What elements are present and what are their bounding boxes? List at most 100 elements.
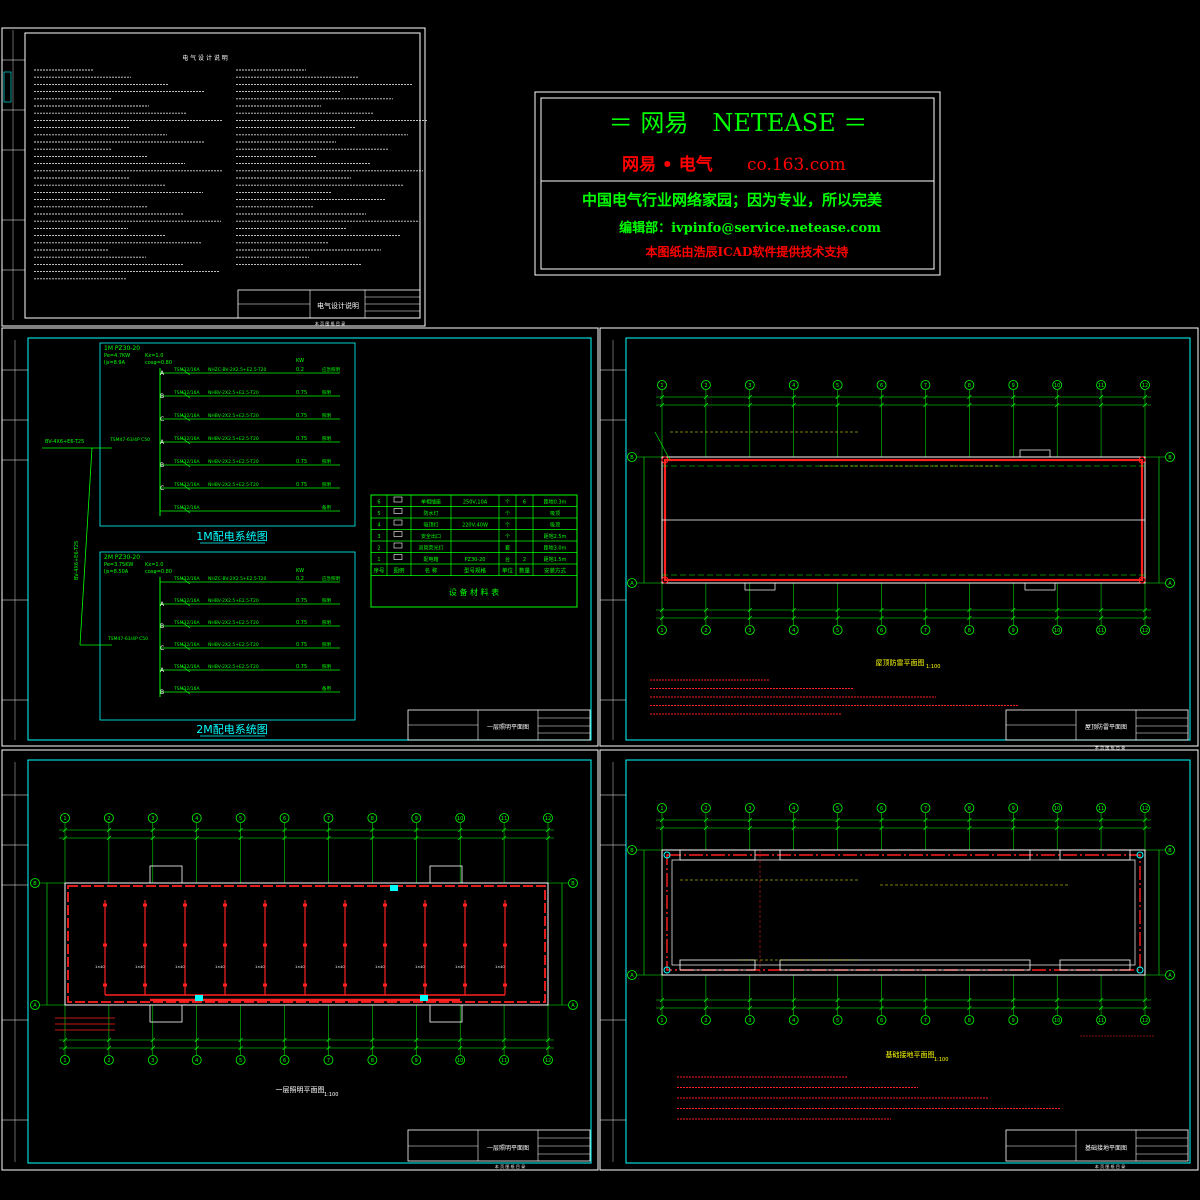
axis-bottom-label: 5 bbox=[836, 1018, 839, 1024]
axis-top-label: 5 bbox=[239, 816, 242, 822]
grounding-notes bbox=[677, 1076, 1060, 1120]
luminaire bbox=[463, 983, 467, 987]
luminaire bbox=[103, 943, 107, 947]
banner-line1: ＝ 网易 NETEASE ＝ bbox=[609, 109, 868, 137]
legend-cell: 4 bbox=[377, 523, 380, 529]
axis-bottom-label: 12 bbox=[545, 1058, 551, 1064]
lighting-block-title: 一层照明平面图 bbox=[487, 1145, 529, 1152]
circuit-cable: NHBV-2X2.5+E2.5-T20 bbox=[208, 413, 259, 419]
caption-2m: 2M配电系统图 bbox=[196, 723, 268, 736]
circuit-cable: NHBV-2X2.5+E2.5-T20 bbox=[208, 664, 259, 670]
luminaire bbox=[383, 903, 387, 907]
circuit-phase: B bbox=[160, 462, 164, 469]
circuit-breaker: TSM32/16A bbox=[173, 459, 200, 465]
circuit-kw: 0.75 bbox=[296, 436, 307, 442]
legend-symbol bbox=[393, 519, 403, 526]
sheet-lighting-plan: 1 2 3 4 5 6 7 8 9 10 11 121 2 3 4 5 6 7 8 9 10 11 12B BA A1×40 1×… bbox=[1, 749, 599, 1171]
luminaire bbox=[183, 983, 187, 987]
axis-bottom-label: 9 bbox=[415, 1058, 418, 1064]
axis-top-label: 3 bbox=[748, 806, 751, 812]
axis-top-label: 8 bbox=[968, 383, 971, 389]
circuit-breaker: TSM32/16A bbox=[173, 482, 200, 488]
luminaire bbox=[103, 983, 107, 987]
axis-bottom-label: 10 bbox=[457, 1058, 463, 1064]
axis-top-label: 9 bbox=[415, 816, 418, 822]
axis-bottom-label: 6 bbox=[880, 1018, 883, 1024]
legend-cell: 距地3.0m bbox=[544, 545, 567, 552]
luminaire bbox=[263, 903, 267, 907]
lighting-footer: 本 页 图 纸 目 录 bbox=[495, 1163, 525, 1169]
luminaire bbox=[423, 943, 427, 947]
axis-bottom-label: 7 bbox=[327, 1058, 330, 1064]
axis-bottom-label: 8 bbox=[968, 1018, 971, 1024]
circuit-breaker: TSM32/16A bbox=[173, 686, 200, 692]
luminaire bbox=[503, 943, 507, 947]
axis-top-label: 11 bbox=[501, 816, 507, 822]
axis-bottom-label: 6 bbox=[880, 628, 883, 634]
axis-bottom-label: 10 bbox=[1054, 628, 1060, 634]
legend-title: 设 备 材 料 表 bbox=[449, 587, 499, 597]
banner-line2-url: co.163.com bbox=[747, 155, 846, 175]
foundation-inner bbox=[671, 859, 1136, 966]
incoming-cable-label: BV-4X6+E6-T25 bbox=[45, 439, 84, 445]
notes-title: 电 气 设 计 说 明 bbox=[182, 54, 228, 62]
notes-block-title: 电气设计说明 bbox=[317, 301, 359, 310]
legend-cell: 套 bbox=[505, 545, 510, 552]
legend-cell: 吸顶灯 bbox=[423, 522, 438, 529]
luminaire-label: 1×40 bbox=[215, 965, 225, 969]
circuit-phase: A bbox=[160, 370, 165, 377]
axis-row-label: B bbox=[1168, 455, 1172, 461]
circuit-kw: 0.75 bbox=[296, 390, 307, 396]
axis-bottom-label: 10 bbox=[1054, 1018, 1060, 1024]
axis-bottom-label: 6 bbox=[283, 1058, 286, 1064]
roof-block-title: 屋顶防雷平面图 bbox=[1085, 723, 1127, 731]
banner-line2-brand: 网易 • 电气 bbox=[622, 154, 713, 175]
axis-row-label: A bbox=[1168, 581, 1172, 587]
axis-top-label: 12 bbox=[1142, 806, 1148, 812]
axis-top-label: 1 bbox=[63, 816, 66, 822]
roof-opening bbox=[744, 582, 776, 591]
roof-footer: 本 页 图 纸 目 录 bbox=[1095, 744, 1125, 750]
legend-head-cell: 数量 bbox=[519, 567, 531, 575]
axis-top-label: 4 bbox=[195, 816, 198, 822]
luminaire bbox=[383, 943, 387, 947]
axis-top-label: 5 bbox=[836, 806, 839, 812]
luminaire bbox=[303, 903, 307, 907]
legend-cell: 250V,10A bbox=[463, 500, 488, 506]
grounding-ring bbox=[666, 854, 1141, 971]
panel1-name: 1M PZ30-20 bbox=[104, 345, 140, 352]
panel1-pe: Pe=4.7KW bbox=[104, 353, 130, 359]
luminaire bbox=[463, 903, 467, 907]
circuit-kw: 0.75 bbox=[296, 642, 307, 648]
sheet-roof-lightning: 1 2 3 4 5 6 7 8 9 10 11 121 2 3 4 5 6 7 8 9 10 11 12B BA A 屋顶防雷平… bbox=[599, 327, 1199, 750]
panel1-cos: cosφ=0.80 bbox=[145, 360, 172, 366]
circuit-cable: NHBV-2X2.5+E2.5-T20 bbox=[208, 390, 259, 396]
axis-bottom-label: 5 bbox=[836, 628, 839, 634]
legend-head-cell: 名 称 bbox=[425, 567, 438, 575]
luminaire-label: 1×40 bbox=[95, 965, 105, 969]
axis-top-label: 8 bbox=[371, 816, 374, 822]
circuit-cable: NHBV-2X2.5+E2.5-T20 bbox=[208, 620, 259, 626]
axis-bottom-label: 1 bbox=[63, 1058, 66, 1064]
circuit-kw: 0.2 bbox=[296, 576, 304, 582]
luminaire bbox=[263, 943, 267, 947]
roof-leader bbox=[654, 431, 671, 461]
circuit-use: 应急照明 bbox=[322, 366, 340, 373]
axis-top-label: 3 bbox=[748, 383, 751, 389]
axis-row-label: A bbox=[630, 973, 634, 979]
axis-bottom-label: 8 bbox=[371, 1058, 374, 1064]
luminaire-label: 1×40 bbox=[375, 965, 385, 969]
axis-top-label: 7 bbox=[327, 816, 330, 822]
legend-cell: 防水灯 bbox=[423, 510, 438, 517]
circuit-cable: NHZC-BV-2X2.5+E2.5-T20 bbox=[208, 576, 267, 582]
luminaire bbox=[143, 943, 147, 947]
grounding-block-title: 基础接地平面图 bbox=[1085, 1144, 1127, 1152]
main-breaker2-label: TSM47-63/4P C50 bbox=[107, 636, 148, 642]
luminaire-label: 1×40 bbox=[455, 965, 465, 969]
luminaire-label: 1×40 bbox=[255, 965, 265, 969]
axis-top-label: 6 bbox=[880, 383, 883, 389]
legend-cell: PZ30-20 bbox=[465, 557, 486, 563]
axis-top-label: 10 bbox=[1054, 806, 1060, 812]
lighting-caption: 一层照明平面图 bbox=[276, 1086, 325, 1094]
circuit-breaker: TSM32/16A bbox=[173, 664, 200, 670]
